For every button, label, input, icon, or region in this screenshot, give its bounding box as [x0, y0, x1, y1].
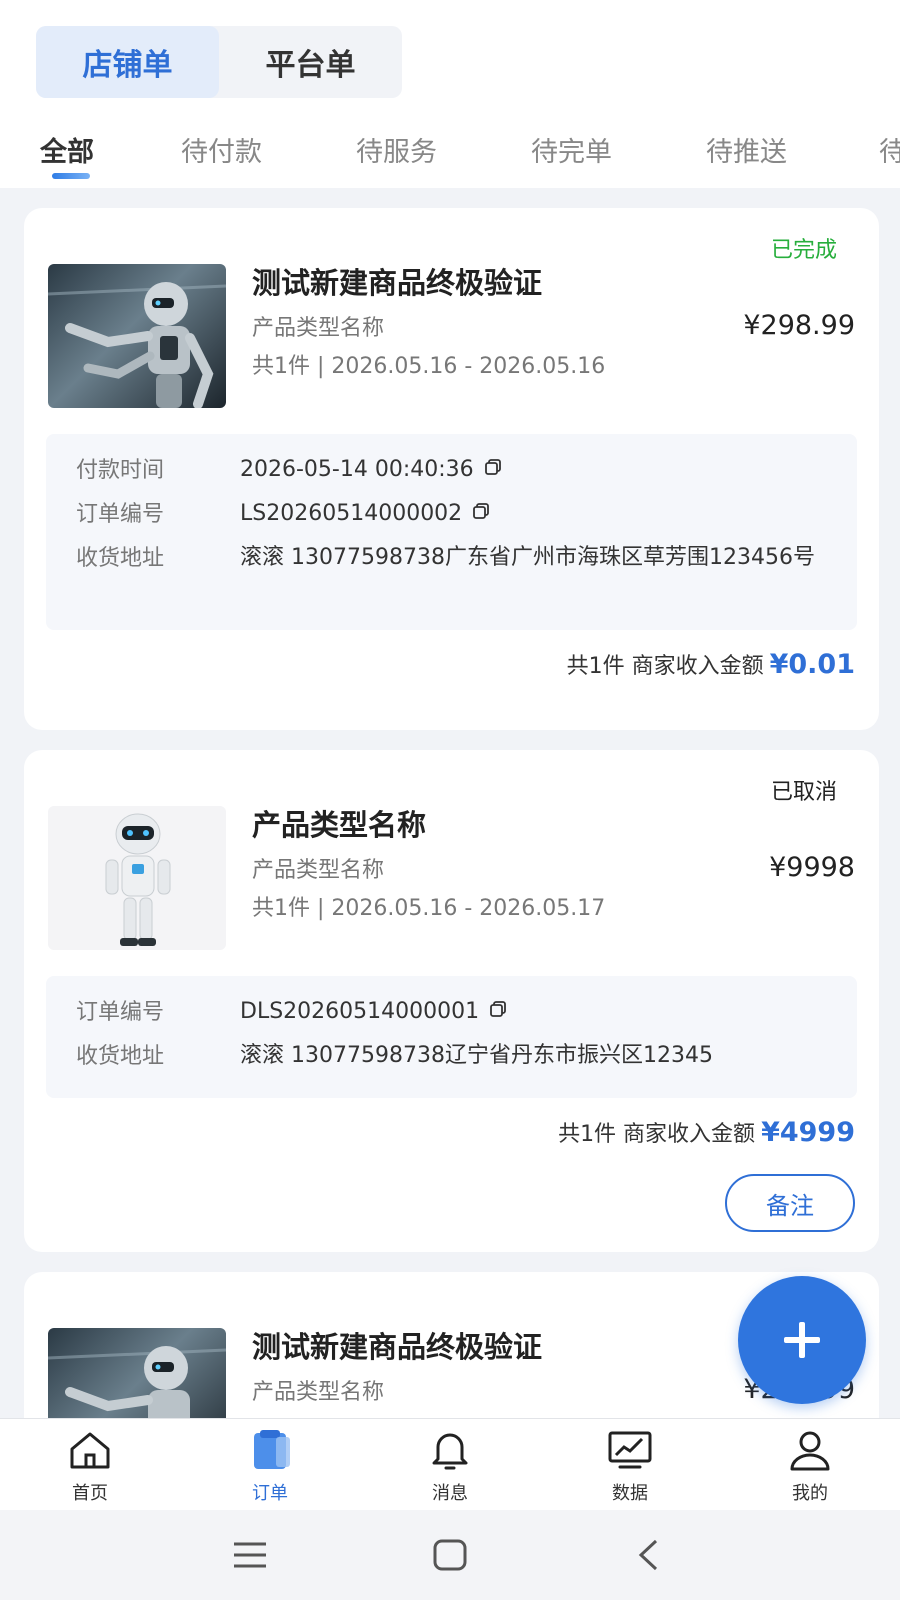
copy-icon[interactable] [489, 994, 507, 1030]
tabbar-label: 首页 [72, 1483, 108, 1504]
note-button[interactable]: 备注 [725, 1174, 855, 1232]
add-button[interactable] [738, 1276, 866, 1404]
robot-icon [48, 282, 226, 408]
back-icon[interactable] [636, 1538, 660, 1572]
tabbar-label: 订单 [252, 1483, 288, 1504]
info-label: 订单编号 [76, 502, 165, 527]
order-info-panel: 订单编号 DLS20260514000001 收货地址 滚滚 130775987… [46, 976, 857, 1098]
order-source-switch: 店铺单 平台单 [36, 26, 402, 98]
order-card[interactable]: 已完成 测试新建商品终极验证 产品类型名称 ¥298.99 共1件 | 2026… [24, 208, 879, 730]
product-type: 产品类型名称 [252, 316, 385, 341]
status-badge: 已完成 [770, 238, 837, 263]
tabbar-item-home[interactable]: 首页 [30, 1429, 150, 1505]
product-title: 产品类型名称 [252, 808, 427, 842]
product-title: 测试新建商品终极验证 [252, 266, 543, 300]
summary-label: 共1件 商家收入金额 [566, 654, 764, 679]
product-type: 产品类型名称 [252, 1380, 385, 1405]
segment-platform-orders[interactable]: 平台单 [219, 26, 402, 98]
bottom-tab-bar: 首页 订单 消息 数据 我的 [0, 1418, 900, 1510]
product-title: 测试新建商品终极验证 [252, 1330, 543, 1364]
user-icon [790, 1431, 830, 1471]
tabbar-label: 消息 [432, 1483, 468, 1504]
home-square-icon[interactable] [432, 1538, 468, 1572]
robot-icon [105, 813, 171, 946]
order-info-panel: 付款时间 2026-05-14 00:40:36 订单编号 LS20260514… [46, 434, 857, 630]
chart-icon [608, 1431, 652, 1469]
info-label: 收货地址 [76, 1044, 165, 1069]
tabbar-item-orders[interactable]: 订单 [210, 1429, 330, 1505]
product-meta: 共1件 | 2026.05.16 - 2026.05.16 [252, 354, 606, 379]
order-card[interactable]: 已取消 产品类型名称 产品类型名称 ¥9998 共1件 | 2026.05.16… [24, 750, 879, 1252]
info-value: 滚滚 13077598738广东省广州市海珠区草芳围123456号 [240, 545, 815, 570]
robot-icon [48, 1346, 226, 1418]
bell-icon [432, 1433, 468, 1470]
tab-more[interactable]: 待 [879, 130, 900, 169]
menu-icon[interactable] [232, 1540, 268, 1570]
product-price: ¥298.99 [743, 310, 855, 341]
tab-all[interactable]: 全部 [40, 130, 94, 169]
info-label: 订单编号 [76, 1000, 165, 1025]
product-meta: 共1件 | 2026.05.16 - 2026.05.17 [252, 896, 606, 921]
tab-pending-completion[interactable]: 待完单 [531, 130, 612, 169]
product-price: ¥9998 [769, 852, 855, 883]
copy-icon[interactable] [484, 452, 502, 488]
tabbar-label: 我的 [792, 1483, 828, 1504]
merchant-income: ¥4999 [761, 1117, 855, 1148]
product-image [48, 264, 226, 408]
tab-pending-service[interactable]: 待服务 [356, 130, 437, 169]
info-label: 付款时间 [76, 458, 165, 483]
orders-icon [254, 1430, 290, 1469]
order-summary: 共1件 商家收入金额 ¥0.01 [567, 648, 855, 680]
info-value: LS20260514000002 [240, 496, 830, 532]
product-type: 产品类型名称 [252, 858, 385, 883]
home-icon [70, 1432, 110, 1469]
tabbar-item-data[interactable]: 数据 [570, 1429, 690, 1505]
tabbar-item-messages[interactable]: 消息 [390, 1429, 510, 1505]
info-value: 2026-05-14 00:40:36 [240, 452, 830, 488]
order-summary: 共1件 商家收入金额 ¥4999 [558, 1116, 855, 1148]
info-label: 收货地址 [76, 546, 165, 571]
info-value: 滚滚 13077598738辽宁省丹东市振兴区12345 [240, 1043, 713, 1068]
tabbar-label: 数据 [612, 1483, 648, 1504]
status-badge: 已取消 [770, 780, 837, 805]
plus-icon [784, 1322, 820, 1358]
info-value: DLS20260514000001 [240, 994, 830, 1030]
copy-icon[interactable] [472, 496, 490, 532]
segment-store-orders[interactable]: 店铺单 [36, 26, 219, 98]
tab-pending-payment[interactable]: 待付款 [181, 130, 262, 169]
merchant-income: ¥0.01 [769, 649, 855, 680]
status-tabs: 全部 待付款 待服务 待完单 待推送 待 [0, 118, 900, 188]
product-image [48, 806, 226, 950]
product-image [48, 1328, 226, 1418]
active-tab-indicator [52, 173, 90, 179]
top-bar: 店铺单 平台单 全部 待付款 待服务 待完单 待推送 待 [0, 0, 900, 188]
tabbar-item-profile[interactable]: 我的 [750, 1429, 870, 1505]
summary-label: 共1件 商家收入金额 [558, 1122, 756, 1147]
tab-pending-push[interactable]: 待推送 [706, 130, 787, 169]
system-nav-bar [0, 1510, 900, 1600]
